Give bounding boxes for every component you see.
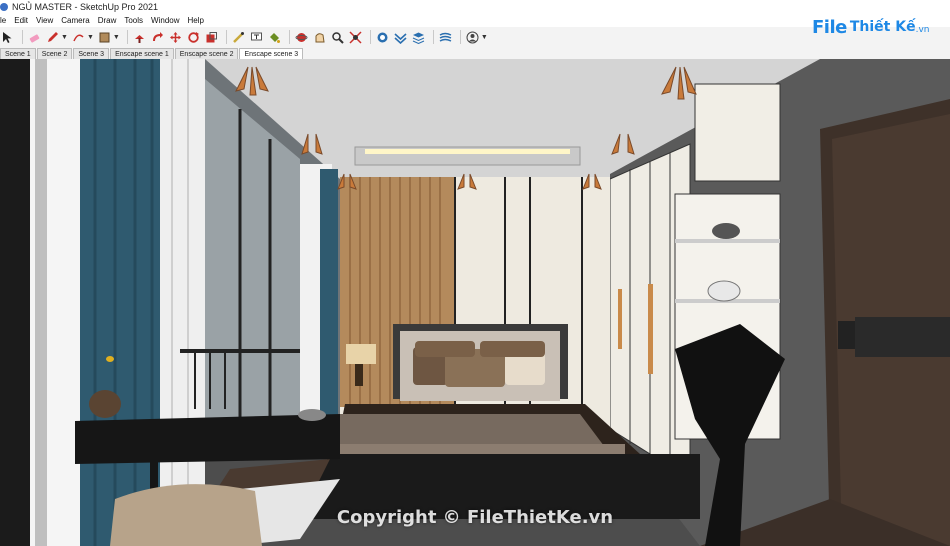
toolbar-separator [225,30,227,44]
scene-tab-2[interactable]: Scene 2 [36,48,73,59]
sandbox-icon [439,32,452,42]
window-title: NGỦ MASTER - SketchUp Pro 2021 [12,2,159,12]
sandbox-button[interactable] [438,30,453,45]
extension-icon [394,32,407,44]
pan-tool-button[interactable] [312,30,327,45]
toolbar-separator [22,30,23,44]
menu-window[interactable]: Window [151,16,179,25]
eraser-icon [29,33,40,43]
toolbar-separator [288,30,290,44]
scene-tab-3[interactable]: Scene 3 [73,48,110,59]
layers-icon [412,32,425,44]
scene-tab-enscape-2[interactable]: Enscape scene 2 [174,48,239,59]
rectangle-tool-button[interactable] [97,30,112,45]
account-icon [466,31,479,43]
push-pull-tool-button[interactable] [132,30,147,45]
pan-icon [315,32,325,42]
menu-draw[interactable]: Draw [98,16,117,25]
follow-me-icon [152,31,163,41]
logo-brand-text: Thiết Kế [849,19,916,35]
arc-dropdown-icon[interactable]: ▼ [87,34,94,41]
layers-button[interactable] [411,30,426,45]
toolbar-separator [126,30,128,44]
warehouse-button[interactable] [375,30,390,45]
account-button[interactable] [465,30,480,45]
move-icon [169,31,181,43]
menu-edit[interactable]: Edit [14,16,28,25]
push-pull-icon [134,34,144,43]
menu-bar: le Edit View Camera Draw Tools Window He… [0,14,950,27]
menu-tools[interactable]: Tools [124,16,143,25]
account-dropdown-icon[interactable]: ▼ [481,34,488,41]
menu-camera[interactable]: Camera [61,16,89,25]
select-icon [3,31,12,43]
paint-bucket-tool-button[interactable] [267,30,282,45]
toolbar-separator [432,30,434,44]
logo-domain-text: .vn [915,25,930,35]
orbit-icon [295,32,308,42]
scene-tab-enscape-1[interactable]: Enscape scene 1 [110,48,174,59]
menu-view[interactable]: View [36,16,53,25]
rectangle-dropdown-icon[interactable]: ▼ [113,34,120,41]
follow-me-tool-button[interactable] [150,30,165,45]
zoom-extents-tool-button[interactable] [348,30,363,45]
scene-tab-1[interactable]: Scene 1 [0,48,36,59]
tape-measure-icon [232,31,244,43]
logo-file-text: File [812,16,847,38]
zoom-extents-icon [349,30,362,44]
scale-tool-button[interactable] [204,30,219,45]
copyright-watermark: Copyright © FileThietKe.vn [336,507,614,528]
eraser-tool-button[interactable] [27,30,42,45]
rotate-tool-button[interactable] [186,30,201,45]
scene-tab-enscape-3[interactable]: Enscape scene 3 [239,48,304,59]
filethietke-logo: File Thiết Kế .vn [812,14,929,40]
paint-bucket-icon [269,32,280,43]
scale-icon [206,31,217,42]
zoom-icon [332,31,344,44]
pencil-dropdown-icon[interactable]: ▼ [61,34,68,41]
orbit-tool-button[interactable] [294,30,309,45]
pencil-icon [48,31,58,42]
toolbar-separator [459,30,461,44]
select-tool-button[interactable] [0,30,15,45]
text-icon [250,32,262,40]
pencil-tool-button[interactable] [45,30,60,45]
arc-icon [73,33,84,41]
scene-tabs: Scene 1 Scene 2 Scene 3 Enscape scene 1 … [0,47,950,59]
text-tool-button[interactable] [249,30,264,45]
extension-button[interactable] [393,30,408,45]
sketchup-app-icon [0,3,8,11]
tape-measure-tool-button[interactable] [231,30,246,45]
zoom-tool-button[interactable] [330,30,345,45]
title-bar: NGỦ MASTER - SketchUp Pro 2021 [0,0,950,14]
rotate-icon [188,31,199,43]
arc-tool-button[interactable] [71,30,86,45]
rectangle-icon [99,32,110,42]
main-toolbar: ▼ ▼ ▼ ▼ [0,27,950,47]
bedroom-render [0,59,950,546]
warehouse-icon [377,32,388,42]
move-tool-button[interactable] [168,30,183,45]
menu-help[interactable]: Help [188,16,204,25]
toolbar-separator [369,30,371,44]
menu-file[interactable]: le [0,16,6,25]
model-viewport[interactable] [0,59,950,546]
